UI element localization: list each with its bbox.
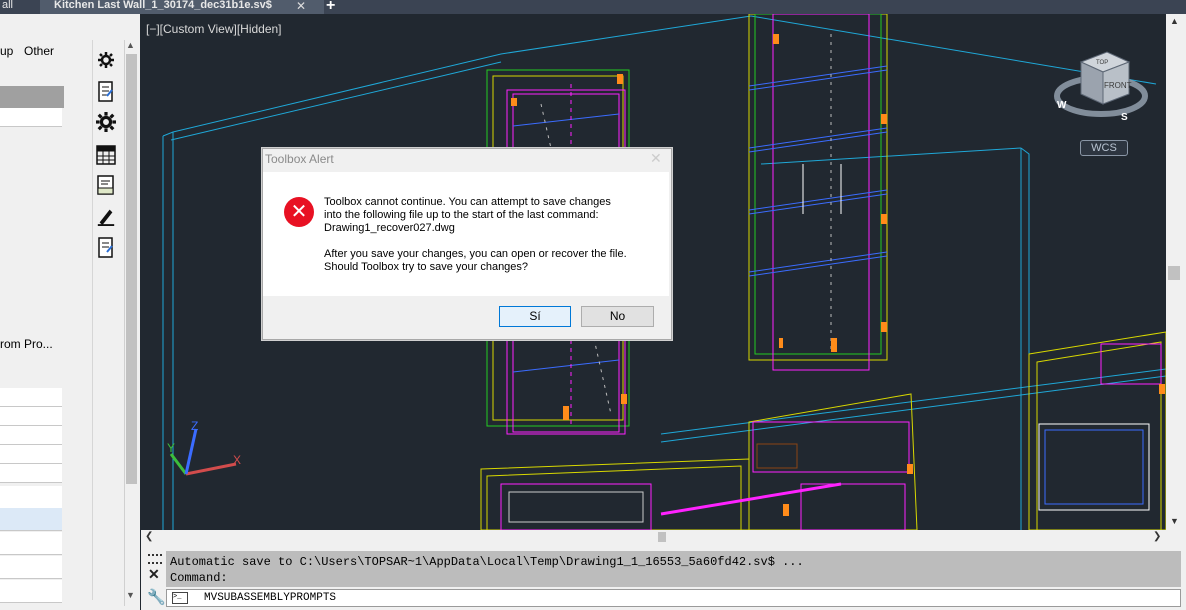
tab-active-drawing[interactable]: Kitchen Last Wall_1_30174_dec31b1e.sv$ [40, 0, 324, 14]
palette-scrollbar-thumb[interactable] [126, 54, 137, 484]
palette-row[interactable] [0, 407, 62, 426]
palette-row[interactable] [0, 464, 62, 483]
palette-tab-partial[interactable]: up [0, 44, 13, 58]
dialog-message-area [263, 172, 669, 296]
palette-row-selected[interactable] [0, 508, 62, 531]
viewcube-front-label[interactable]: FRONT [1104, 81, 1132, 90]
drag-grip-icon[interactable] [148, 554, 162, 564]
dialog-message-line: into the following file up to the start … [324, 209, 599, 221]
dialog-message-filename: Drawing1_recover027.dwg [324, 222, 455, 234]
no-button[interactable]: No [581, 306, 654, 327]
command-prompt-icon[interactable]: >_ [172, 592, 188, 604]
error-icon: ✕ [284, 197, 314, 227]
scroll-down-icon[interactable]: ▼ [1170, 516, 1179, 526]
document-list-icon[interactable] [96, 175, 116, 195]
close-icon[interactable]: ✕ [148, 566, 160, 583]
compass-south-label[interactable]: S [1121, 112, 1128, 123]
palette-row[interactable] [0, 108, 62, 127]
dialog-message-line: After you save your changes, you can ope… [324, 248, 627, 260]
settings-small-icon[interactable] [96, 50, 116, 70]
scroll-right-icon[interactable]: ❯ [1153, 531, 1161, 542]
tab-close-icon[interactable]: ✕ [296, 0, 306, 13]
yes-button[interactable]: Sí [499, 306, 571, 327]
gear-icon[interactable] [96, 112, 116, 132]
palette-row[interactable] [0, 486, 62, 509]
palette-row[interactable] [0, 556, 62, 579]
command-history-line: Automatic save to C:\Users\TOPSAR~1\AppD… [170, 555, 804, 569]
scroll-up-icon[interactable]: ▲ [1170, 16, 1179, 26]
tab-previous[interactable]: all [0, 0, 38, 14]
palette-item-label[interactable]: rom Pro... [0, 337, 53, 351]
wcs-menu[interactable]: WCS [1080, 140, 1128, 156]
viewcube-top-label[interactable]: TOP [1096, 60, 1108, 66]
palette-header-bar [0, 86, 64, 108]
palette-row[interactable] [0, 445, 62, 464]
horizontal-scrollbar-thumb[interactable] [658, 532, 666, 542]
dialog-message-line: Should Toolbox try to save your changes? [324, 261, 529, 273]
table-grid-icon[interactable] [96, 145, 116, 165]
command-history-line: Command: [170, 571, 228, 585]
dialog-message-line: Toolbox cannot continue. You can attempt… [324, 196, 611, 208]
properties-sheet-icon-2[interactable] [96, 237, 116, 258]
svg-text:Y: Y [167, 441, 175, 455]
palette-tabs: up Other [0, 40, 64, 62]
properties-sheet-icon[interactable] [96, 81, 116, 102]
palette-row[interactable] [0, 580, 62, 603]
palette-row[interactable] [0, 532, 62, 555]
svg-text:Z: Z [191, 419, 198, 433]
viewport-horizontal-scrollbar[interactable] [141, 530, 1166, 544]
vertical-scrollbar-thumb[interactable] [1168, 266, 1180, 280]
compass-west-label[interactable]: W [1057, 100, 1067, 111]
dialog-title: Toolbox Alert [265, 152, 334, 166]
scroll-up-icon[interactable]: ▲ [126, 40, 135, 50]
scroll-down-icon[interactable]: ▼ [126, 590, 135, 600]
palette-row[interactable] [0, 388, 62, 407]
svg-text:X: X [233, 453, 241, 467]
dialog-close-icon[interactable]: ✕ [650, 150, 662, 167]
scroll-left-icon[interactable]: ❮ [145, 531, 153, 542]
new-tab-button[interactable]: + [326, 0, 335, 15]
command-input-value[interactable]: MVSUBASSEMBLYPROMPTS [204, 592, 336, 604]
palette-gutter [64, 40, 92, 610]
viewport-controls-label[interactable]: [−][Custom View][Hidden] [146, 22, 282, 36]
pen-edit-icon[interactable] [96, 206, 116, 226]
palette-row[interactable] [0, 426, 62, 445]
wrench-icon[interactable]: 🔧 [147, 588, 166, 606]
palette-tab-other[interactable]: Other [24, 44, 54, 58]
